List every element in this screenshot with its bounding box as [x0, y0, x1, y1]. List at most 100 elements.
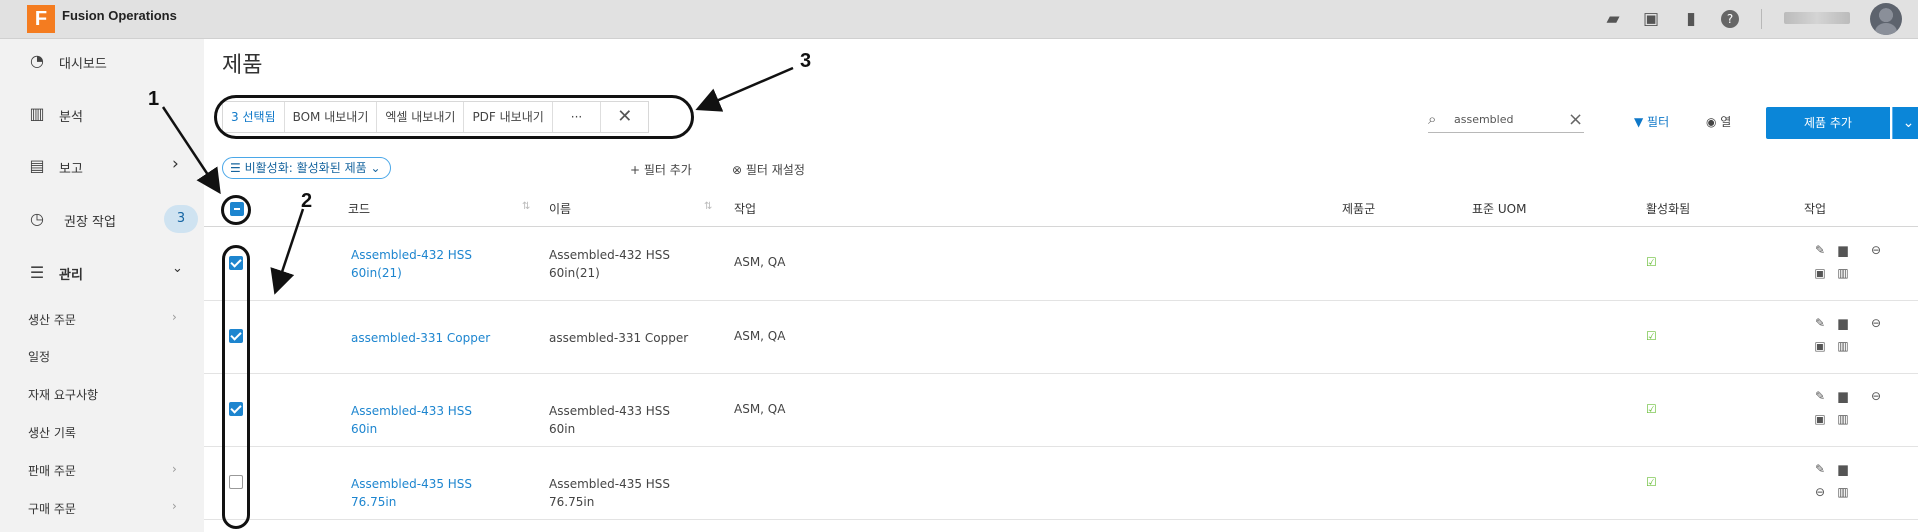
column-header-code[interactable]: 코드: [348, 200, 370, 217]
image-icon[interactable]: ▣: [1813, 266, 1827, 280]
sidebar-item-management[interactable]: ☰ 관리 ⌄: [0, 253, 203, 293]
active-check-icon: ☑: [1646, 475, 1657, 489]
barcode-icon[interactable]: ▥: [1836, 485, 1850, 499]
filter-chip[interactable]: ☰ 비활성화: 활성화된 제품 ⌄: [222, 157, 391, 179]
edit-icon[interactable]: ✎: [1813, 389, 1827, 403]
filter-chip-label: 비활성화: 활성화된 제품: [244, 161, 367, 175]
active-check-icon: ☑: [1646, 402, 1657, 416]
column-header-actions: 작업: [1804, 202, 1827, 216]
deactivate-icon[interactable]: ⊖: [1813, 485, 1827, 499]
callout-oval-1: [221, 195, 251, 225]
chevron-down-icon: ⌄: [366, 161, 381, 175]
sidebar-subitem-material-requirements[interactable]: 자재 요구사항: [28, 386, 98, 403]
sidebar-item-analytics[interactable]: ▥ 분석: [0, 94, 203, 134]
reset-filter-label: 필터 재설정: [745, 163, 805, 177]
table-header: 코드 ⇅ 이름 ⇅ 작업 제품군 표준 UOM 활성화됨 작업: [204, 188, 1918, 227]
deactivate-icon[interactable]: ⊖: [1869, 243, 1883, 257]
column-header-product-group[interactable]: 제품군: [1342, 200, 1375, 217]
sidebar-subitem-purchase-orders[interactable]: 구매 주문: [28, 500, 76, 517]
search-input[interactable]: ⌕ assembled ×: [1428, 109, 1584, 133]
product-name: Assembled-435 HSS 76.75in: [549, 477, 671, 509]
callout-number-2: 2: [301, 190, 313, 212]
image-icon[interactable]: ▣: [1813, 412, 1827, 426]
product-work: ASM, QA: [734, 255, 786, 269]
delete-icon[interactable]: ▆: [1836, 316, 1850, 330]
tasks-icon[interactable]: ▣: [1641, 9, 1661, 29]
chevron-right-icon: ›: [172, 154, 179, 174]
product-code-link[interactable]: Assembled-435 HSS 76.75in: [351, 475, 501, 511]
bookmark-icon[interactable]: ▮: [1681, 9, 1701, 29]
active-check-icon: ☑: [1646, 255, 1657, 269]
search-value: assembled: [1454, 113, 1514, 126]
barcode-icon[interactable]: ▥: [1836, 339, 1850, 353]
table-row[interactable]: Assembled-433 HSS 60in Assembled-433 HSS…: [204, 374, 1918, 447]
count-badge: 3: [164, 205, 198, 233]
sidebar-item-dashboard[interactable]: ◔ 대시보드: [0, 41, 203, 81]
filter-label: 필터: [1647, 115, 1670, 129]
callout-number-3: 3: [800, 50, 812, 72]
product-code-link[interactable]: Assembled-432 HSS 60in(21): [351, 246, 501, 282]
sidebar-item-label: 권장 작업: [64, 215, 116, 230]
image-icon[interactable]: ▣: [1813, 339, 1827, 353]
table-row[interactable]: Assembled-432 HSS 60in(21) Assembled-432…: [204, 228, 1918, 301]
edit-icon[interactable]: ✎: [1813, 316, 1827, 330]
product-code-link[interactable]: Assembled-433 HSS 60in: [351, 402, 501, 438]
analytics-icon: ▥: [29, 104, 45, 123]
column-header-active[interactable]: 활성화됨: [1646, 200, 1690, 217]
deactivate-icon[interactable]: ⊖: [1869, 389, 1883, 403]
funnel-icon: ▼: [1634, 115, 1648, 129]
barcode-icon[interactable]: ▥: [1836, 412, 1850, 426]
add-product-dropdown[interactable]: ⌄: [1892, 107, 1918, 139]
columns-button[interactable]: ◉ 열: [1706, 113, 1731, 130]
reset-filter-button[interactable]: ⊗ 필터 재설정: [732, 161, 805, 178]
active-check-icon: ☑: [1646, 329, 1657, 343]
chat-icon[interactable]: ▰: [1603, 9, 1623, 29]
clear-search-icon[interactable]: ×: [1568, 109, 1583, 130]
sidebar-item-label: 분석: [59, 110, 83, 125]
settings-sliders-icon: ☰: [29, 263, 45, 282]
sidebar-item-reports[interactable]: ▤ 보고 ›: [0, 146, 203, 186]
avatar[interactable]: [1870, 3, 1902, 35]
report-icon: ▤: [29, 156, 45, 175]
dashboard-icon: ◔: [30, 51, 44, 70]
filter-button[interactable]: ▼ 필터: [1634, 113, 1669, 130]
table-row[interactable]: Assembled-435 HSS 76.75in Assembled-435 …: [204, 447, 1918, 520]
sidebar-subitem-production-records[interactable]: 생산 기록: [28, 424, 76, 441]
product-name: Assembled-432 HSS 60in(21): [549, 248, 671, 280]
column-header-work[interactable]: 작업: [734, 200, 756, 217]
help-icon[interactable]: ?: [1721, 10, 1739, 28]
callout-number-1: 1: [148, 88, 160, 110]
main-content: 제품 3 선택됨 BOM 내보내기 엑셀 내보내기 PDF 내보내기 ··· ✕…: [204, 39, 1918, 532]
column-header-uom[interactable]: 표준 UOM: [1472, 200, 1526, 217]
add-product-button[interactable]: 제품 추가: [1766, 107, 1890, 139]
column-header-name[interactable]: 이름: [549, 200, 571, 217]
product-name: assembled-331 Copper: [549, 331, 689, 345]
user-name[interactable]: [1784, 12, 1850, 24]
table-row[interactable]: assembled-331 Copper assembled-331 Coppe…: [204, 301, 1918, 374]
sort-icon[interactable]: ⇅: [522, 201, 530, 212]
topbar-divider: [1761, 9, 1762, 29]
history-icon: ◷: [30, 209, 44, 228]
add-filter-button[interactable]: + 필터 추가: [630, 161, 692, 178]
chevron-right-icon: ›: [172, 499, 177, 513]
edit-icon[interactable]: ✎: [1813, 462, 1827, 476]
sidebar-item-recommended[interactable]: ◷ 권장 작업 3: [0, 199, 203, 239]
delete-icon[interactable]: ▆: [1836, 462, 1850, 476]
sidebar-item-label: 대시보드: [59, 57, 107, 72]
sidebar-subitem-sales-orders[interactable]: 판매 주문: [28, 462, 76, 479]
barcode-icon[interactable]: ▥: [1836, 266, 1850, 280]
sort-icon[interactable]: ⇅: [704, 201, 712, 212]
sidebar-subitem-schedule[interactable]: 일정: [28, 348, 50, 365]
deactivate-icon[interactable]: ⊖: [1869, 316, 1883, 330]
eye-icon: ◉: [1706, 115, 1721, 129]
delete-icon[interactable]: ▆: [1836, 389, 1850, 403]
columns-label: 열: [1720, 115, 1732, 129]
chevron-down-icon: ⌄: [172, 261, 183, 276]
delete-icon[interactable]: ▆: [1836, 243, 1850, 257]
product-code-link[interactable]: assembled-331 Copper: [351, 329, 501, 347]
sidebar: ◔ 대시보드 ▥ 분석 ▤ 보고 › ◷ 권장 작업 3 ☰ 관리 ⌄ 생산 주…: [0, 39, 203, 532]
sidebar-subitem-production-orders[interactable]: 생산 주문: [28, 311, 76, 328]
page-title: 제품: [222, 53, 263, 78]
edit-icon[interactable]: ✎: [1813, 243, 1827, 257]
clear-circle-icon: ⊗: [732, 163, 746, 177]
